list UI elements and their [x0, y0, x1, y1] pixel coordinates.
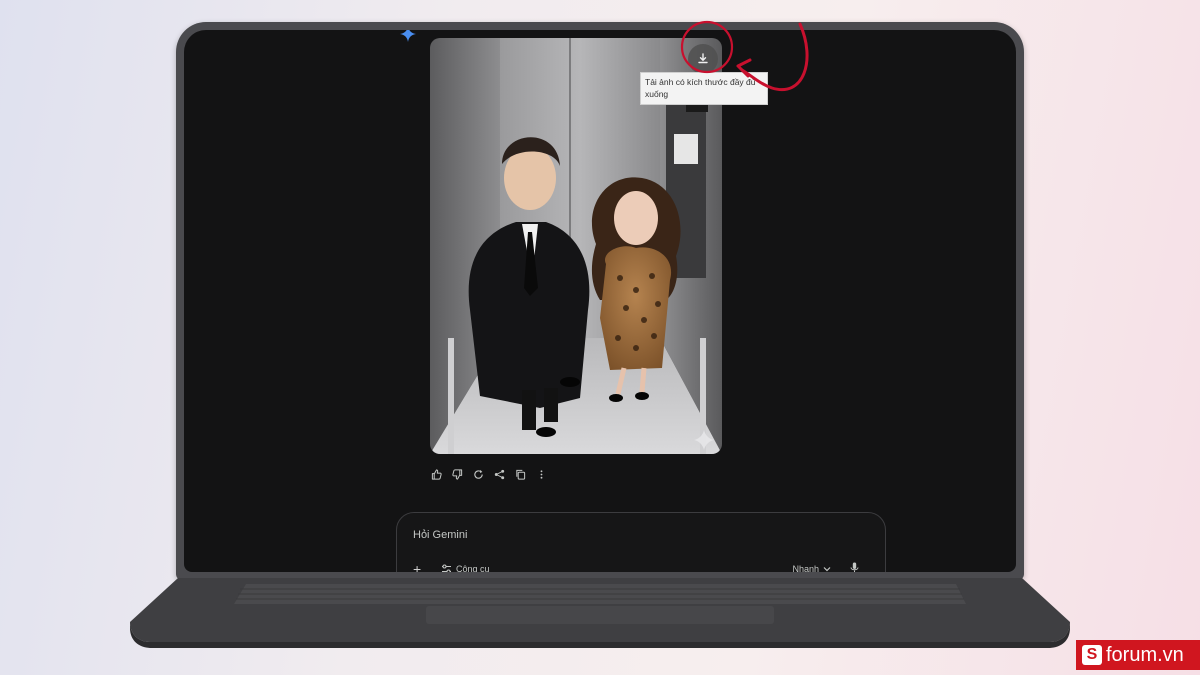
- gemini-screen: Tải ảnh có kích thước đầy đủ xuống Hỏi G…: [184, 30, 1016, 572]
- regenerate-icon: [474, 469, 483, 479]
- copy-icon: [516, 469, 526, 480]
- sforum-text: forum.vn: [1106, 643, 1184, 666]
- thumbs-down-icon: [452, 469, 463, 480]
- prompt-toolbar: + Công cụ Nhanh: [413, 561, 869, 572]
- thumbs-down-button[interactable]: [449, 466, 466, 483]
- regenerate-button[interactable]: [470, 466, 487, 483]
- sforum-s-mark: S: [1082, 645, 1102, 665]
- share-icon: [494, 469, 505, 480]
- more-options-icon: [540, 470, 543, 479]
- download-tooltip: Tải ảnh có kích thước đầy đủ xuống: [640, 72, 768, 105]
- laptop-base: [130, 578, 1070, 648]
- prompt-input-box[interactable]: Hỏi Gemini + Công cụ Nhanh: [396, 512, 886, 572]
- model-label: Nhanh: [792, 564, 819, 572]
- gemini-sparkle-icon: [400, 30, 416, 42]
- response-action-bar: [428, 466, 550, 483]
- microphone-icon: [850, 562, 859, 572]
- more-options-button[interactable]: [533, 466, 550, 483]
- download-full-size-button[interactable]: [688, 44, 718, 74]
- microphone-button[interactable]: [850, 562, 859, 572]
- model-selector[interactable]: Nhanh: [792, 564, 831, 572]
- thumbs-up-icon: [431, 469, 442, 480]
- tools-button[interactable]: Công cụ: [441, 564, 490, 572]
- chevron-down-icon: [823, 567, 831, 572]
- sforum-logo: S forum.vn: [1076, 640, 1200, 670]
- share-button[interactable]: [491, 466, 508, 483]
- copy-button[interactable]: [512, 466, 529, 483]
- tools-label: Công cụ: [456, 564, 490, 572]
- add-button[interactable]: +: [413, 561, 421, 572]
- tools-icon: [442, 564, 451, 572]
- prompt-placeholder[interactable]: Hỏi Gemini: [413, 529, 467, 541]
- thumbs-up-button[interactable]: [428, 466, 445, 483]
- download-icon: [698, 53, 708, 64]
